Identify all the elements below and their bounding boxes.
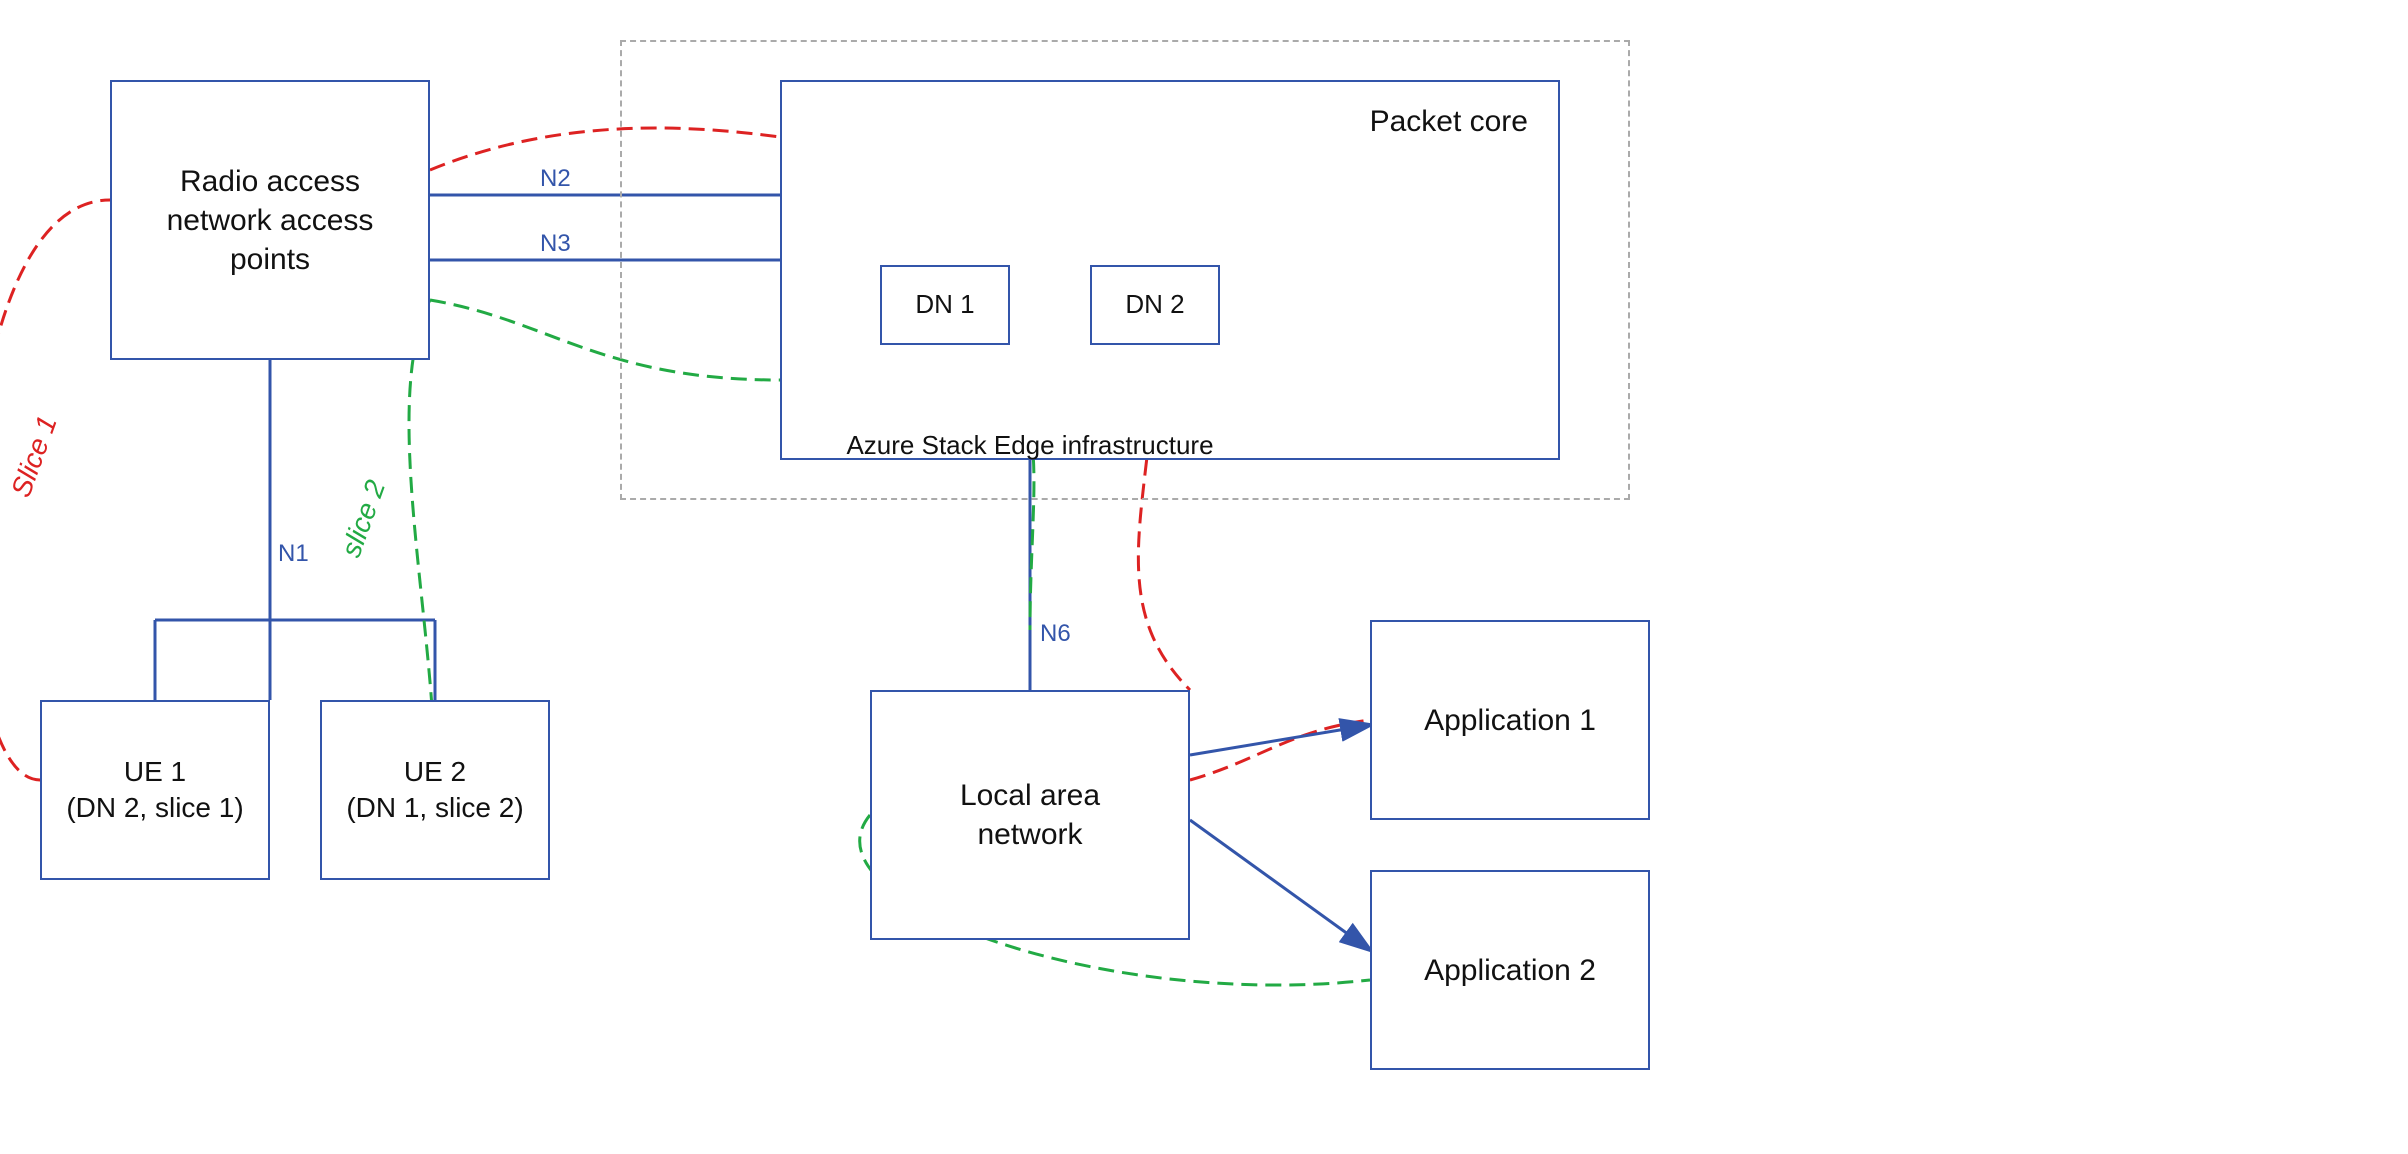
dn1-box: DN 1 bbox=[880, 265, 1010, 345]
app1-label: Application 1 bbox=[1424, 701, 1596, 740]
packet-core-label: Packet core bbox=[1370, 102, 1528, 141]
ue1-label: UE 1 (DN 2, slice 1) bbox=[66, 754, 243, 827]
dn2-box: DN 2 bbox=[1090, 265, 1220, 345]
dn2-label: DN 2 bbox=[1125, 288, 1184, 322]
n2-label: N2 bbox=[540, 165, 571, 193]
ran-box: Radio access network access points bbox=[110, 80, 430, 360]
n3-label: N3 bbox=[540, 230, 571, 258]
n6-label: N6 bbox=[1040, 620, 1071, 648]
azure-stack-edge-label: Azure Stack Edge infrastructure bbox=[780, 430, 1280, 461]
lan-box: Local area network bbox=[870, 690, 1190, 940]
n1-label: N1 bbox=[278, 540, 309, 568]
ue1-box: UE 1 (DN 2, slice 1) bbox=[40, 700, 270, 880]
app2-label: Application 2 bbox=[1424, 951, 1596, 990]
ue2-box: UE 2 (DN 1, slice 2) bbox=[320, 700, 550, 880]
ran-label: Radio access network access points bbox=[167, 162, 374, 279]
ue2-label: UE 2 (DN 1, slice 2) bbox=[346, 754, 523, 827]
lan-label: Local area network bbox=[960, 776, 1100, 854]
app1-box: Application 1 bbox=[1370, 620, 1650, 820]
app2-box: Application 2 bbox=[1370, 870, 1650, 1070]
dn1-label: DN 1 bbox=[915, 288, 974, 322]
